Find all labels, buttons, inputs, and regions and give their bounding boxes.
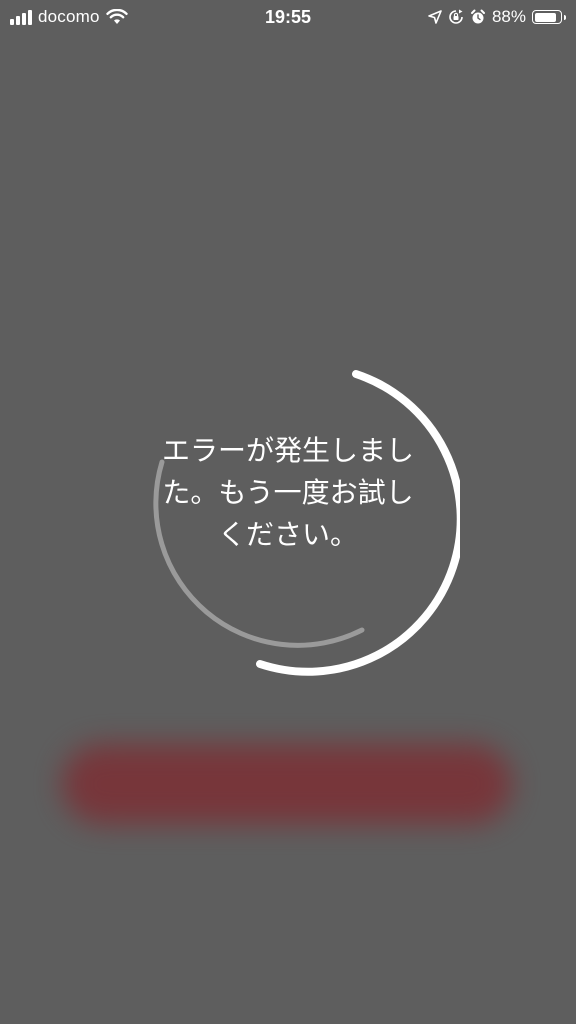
orientation-lock-icon [449, 9, 463, 24]
battery-fill [534, 12, 556, 22]
battery-icon [532, 10, 566, 24]
location-icon [428, 10, 442, 24]
blurred-button [62, 744, 512, 824]
error-message: エラーが発生しました。もう一度お試しください。 [161, 434, 414, 551]
battery-percentage: 88% [491, 7, 526, 26]
status-right: 88% [428, 4, 566, 30]
status-bar: docomo 19:55 88% [0, 0, 576, 34]
alarm-icon [470, 9, 485, 24]
